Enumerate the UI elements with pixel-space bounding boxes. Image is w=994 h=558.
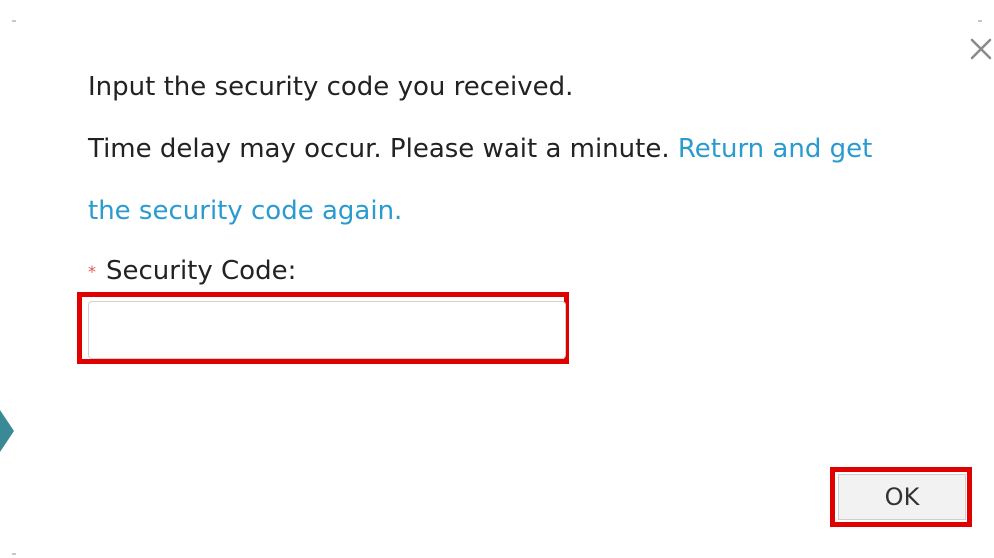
security-code-dialog: Input the security code you received. Ti… <box>0 0 994 558</box>
chevron-right-shape <box>0 410 14 452</box>
return-link[interactable]: Return and get <box>678 134 872 164</box>
close-icon-glyph <box>970 38 992 60</box>
instruction-text: Input the security code you received. <box>88 72 574 102</box>
corner-mark-top-right <box>978 20 982 22</box>
delay-notice-text: Time delay may occur. Please wait a minu… <box>88 134 670 164</box>
security-code-input[interactable] <box>88 301 566 359</box>
required-marker: * <box>88 261 96 281</box>
delay-notice-line: Time delay may occur. Please wait a minu… <box>88 133 872 165</box>
return-link-continued[interactable]: the security code again. <box>88 196 402 226</box>
close-icon[interactable] <box>968 36 994 62</box>
corner-mark-top-left <box>12 20 16 22</box>
chevron-right-icon[interactable] <box>0 410 14 452</box>
return-link-continued-line: the security code again. <box>88 195 402 227</box>
corner-mark-bottom-left <box>12 553 16 555</box>
security-code-label-text: Security Code: <box>106 256 297 286</box>
ok-button[interactable]: OK <box>838 474 966 520</box>
security-code-label: * Security Code: <box>88 255 296 288</box>
